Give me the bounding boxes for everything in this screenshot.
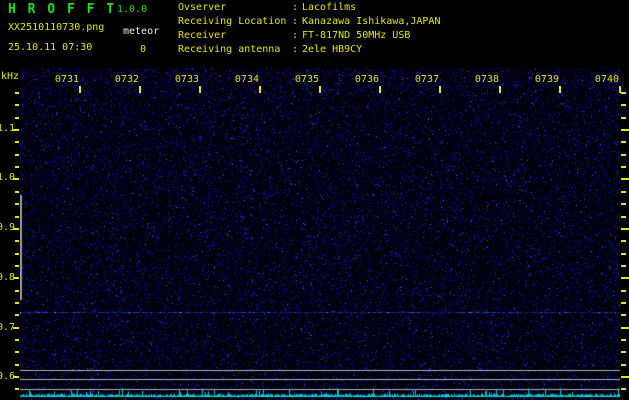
freq-tick-left [15, 191, 19, 193]
freq-tick-right [621, 253, 626, 255]
minute-tick [199, 86, 201, 93]
hrofft-window: H R O F F T 1.0.0 XX2510110730.png meteo… [0, 0, 629, 400]
freq-label: 1.1 [0, 123, 16, 134]
freq-tick-right [621, 104, 626, 106]
station-info-block: Ovserver : Lacofilms Receiving Location … [178, 1, 628, 57]
info-value: FT-817ND 50MHz USB [302, 30, 411, 41]
freq-tick-left [15, 141, 19, 143]
freq-tick-left [15, 351, 19, 353]
info-label: Ovserver [178, 2, 227, 13]
minute-tick [379, 86, 381, 93]
freq-tick-left [15, 154, 19, 156]
app-version: 1.0.0 [117, 4, 148, 15]
freq-tick-right [621, 302, 626, 304]
freq-tick-right [621, 314, 626, 316]
freq-tick-left [15, 290, 19, 292]
info-value: Lacofilms [302, 2, 357, 13]
freq-tick-right [621, 92, 626, 94]
time-label: 0734 [234, 74, 259, 85]
minute-tick [439, 86, 441, 93]
freq-tick-left [15, 104, 19, 106]
freq-unit-label: kHz [1, 71, 20, 82]
freq-tick-right [621, 277, 629, 279]
freq-tick-right [621, 327, 629, 329]
info-label: Receiving Location [178, 16, 287, 27]
freq-tick-left [15, 203, 19, 205]
time-label: 0736 [354, 74, 379, 85]
mode-label: meteor [123, 26, 160, 37]
output-filename: XX2510110730.png [8, 22, 105, 33]
freq-tick-right [621, 129, 629, 131]
freq-label: 0.9 [0, 222, 16, 233]
freq-tick-left [15, 339, 19, 341]
spectrogram-canvas [20, 68, 620, 400]
info-colon: : [292, 2, 299, 13]
freq-tick-right [621, 117, 626, 119]
info-row-location: Receiving Location : Kanazawa Ishikawa,J… [178, 15, 628, 29]
observation-datetime: 25.10.11 07:30 [8, 42, 93, 53]
freq-tick-left [15, 364, 19, 366]
time-label: 0740 [594, 74, 619, 85]
freq-label: 1.0 [0, 172, 16, 183]
freq-tick-right [621, 364, 626, 366]
app-title: H R O F F T [8, 2, 117, 17]
info-row-receiver: Receiver : FT-817ND 50MHz USB [178, 29, 628, 43]
freq-tick-left [15, 314, 19, 316]
info-value: 2ele HB9CY [302, 44, 363, 55]
freq-tick-left [15, 92, 19, 94]
info-colon: : [292, 44, 299, 55]
freq-tick-left [15, 166, 19, 168]
minute-tick [79, 86, 81, 93]
freq-tick-right [621, 339, 626, 341]
freq-tick-right [621, 166, 626, 168]
time-label: 0731 [54, 74, 79, 85]
info-row-observer: Ovserver : Lacofilms [178, 1, 628, 15]
meteor-count: 0 [140, 44, 147, 55]
info-colon: : [292, 30, 299, 41]
freq-tick-right [621, 240, 626, 242]
minute-tick [139, 86, 141, 93]
freq-tick-right [621, 154, 626, 156]
freq-label: 0.7 [0, 322, 16, 333]
freq-tick-right [621, 216, 626, 218]
freq-tick-right [621, 191, 626, 193]
freq-label: 0.6 [0, 371, 16, 382]
freq-tick-left [15, 117, 19, 119]
info-value: Kanazawa Ishikawa,JAPAN [302, 16, 441, 27]
freq-tick-right [621, 376, 629, 378]
freq-tick-right [621, 228, 629, 230]
time-label: 0737 [414, 74, 439, 85]
time-label: 0733 [174, 74, 199, 85]
info-label: Receiver [178, 30, 227, 41]
freq-tick-left [15, 253, 19, 255]
freq-tick-right [621, 141, 626, 143]
time-label: 0739 [534, 74, 559, 85]
freq-tick-left [15, 216, 19, 218]
minute-tick [259, 86, 261, 93]
freq-tick-left [15, 302, 19, 304]
minute-tick [499, 86, 501, 93]
time-label: 0732 [114, 74, 139, 85]
freq-tick-right [621, 178, 629, 180]
freq-label: 0.8 [0, 272, 16, 283]
freq-tick-right [621, 388, 626, 390]
time-label: 0735 [294, 74, 319, 85]
info-row-antenna: Receiving antenna : 2ele HB9CY [178, 43, 628, 57]
freq-tick-left [15, 388, 19, 390]
minute-tick [559, 86, 561, 93]
info-label: Receiving antenna [178, 44, 281, 55]
freq-tick-right [621, 203, 626, 205]
freq-tick-right [621, 290, 626, 292]
minute-tick [319, 86, 321, 93]
freq-tick-right [621, 265, 626, 267]
freq-tick-left [15, 240, 19, 242]
time-label: 0738 [474, 74, 499, 85]
freq-tick-left [15, 265, 19, 267]
info-colon: : [292, 16, 299, 27]
freq-tick-right [621, 351, 626, 353]
